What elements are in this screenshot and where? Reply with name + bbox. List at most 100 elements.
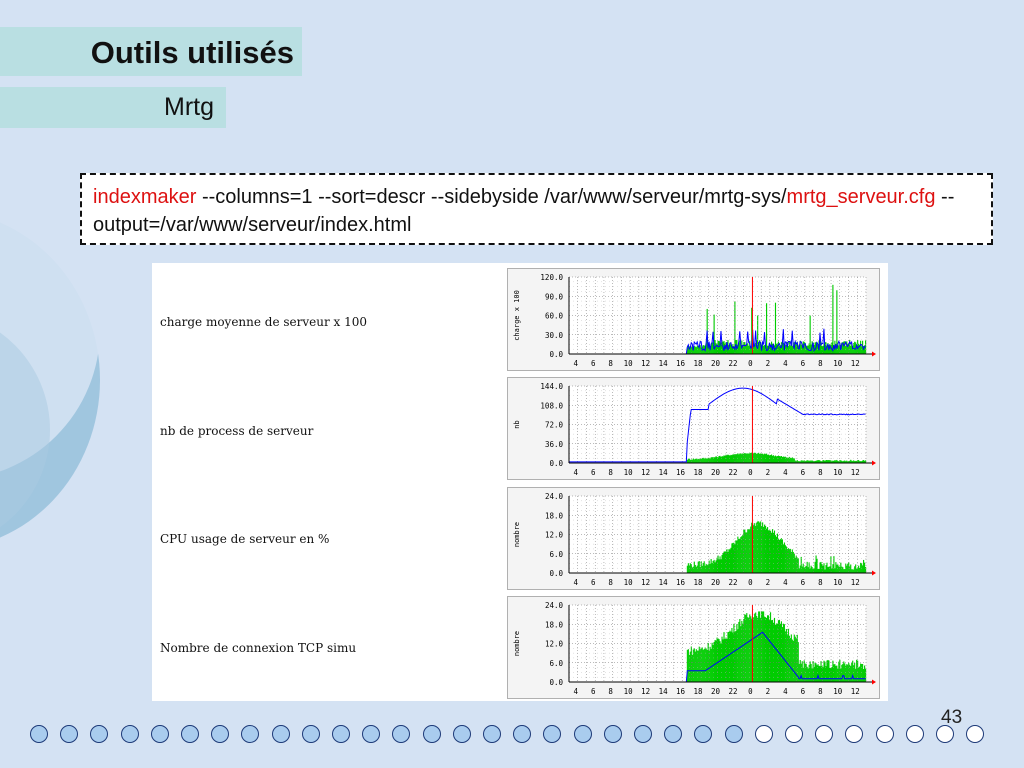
in-bar [745, 532, 747, 573]
nav-dot[interactable] [603, 725, 622, 743]
in-bar [819, 562, 821, 573]
in-bar [828, 566, 830, 573]
in-bar [723, 455, 725, 463]
nav-dot[interactable] [724, 725, 743, 743]
in-bar [757, 521, 759, 573]
in-bar [722, 456, 724, 463]
in-bar [767, 615, 769, 682]
in-bar [771, 619, 774, 682]
in-bar [776, 623, 779, 682]
in-bar [766, 303, 768, 354]
in-bar [702, 457, 704, 463]
in-bar [795, 555, 797, 573]
nav-dot[interactable] [875, 725, 894, 743]
nav-dot[interactable] [936, 725, 954, 743]
in-bar [788, 341, 790, 354]
x-tick-label: 12 [851, 468, 860, 477]
nav-dot[interactable] [30, 725, 48, 743]
in-bar [724, 638, 726, 682]
in-bar [694, 346, 696, 354]
in-bar [726, 455, 728, 463]
x-tick-label: 12 [851, 578, 860, 587]
in-bar [804, 566, 806, 573]
x-tick-label: 2 [766, 578, 771, 587]
in-bar [730, 454, 732, 463]
nav-dot[interactable] [966, 725, 985, 743]
in-bar [762, 522, 764, 573]
slide-subtitle-bar: Mrtg [0, 87, 226, 128]
in-bar [846, 565, 848, 573]
in-bar [688, 458, 690, 463]
nav-dot[interactable] [211, 725, 230, 743]
in-bar [728, 549, 730, 573]
in-bar [749, 528, 751, 573]
in-bar [738, 454, 740, 463]
in-bar [771, 455, 774, 463]
nav-dot[interactable] [150, 725, 169, 743]
in-bar [796, 557, 798, 573]
nav-dot[interactable] [513, 725, 532, 743]
in-bar [714, 562, 716, 573]
nav-dot[interactable] [120, 725, 139, 743]
in-bar [782, 544, 784, 573]
in-bar [699, 566, 701, 573]
nav-dot[interactable] [301, 725, 320, 743]
in-bar [715, 456, 717, 463]
in-bar [705, 648, 707, 682]
in-bar [715, 560, 717, 573]
x-tick-label: 12 [641, 578, 650, 587]
nav-dot[interactable] [905, 725, 924, 743]
nav-dot[interactable] [815, 725, 834, 743]
in-bar [767, 615, 770, 682]
in-bar [705, 458, 707, 463]
nav-dot[interactable] [271, 725, 290, 743]
nav-dot[interactable] [483, 725, 501, 743]
in-bar [834, 568, 836, 573]
x-tick-label: 18 [694, 578, 704, 587]
chart-cpu[interactable]: 0.0 6.0 12.0 18.0 24.0 4 6 8 10 12 14 16 18 20 22 0 2 4 6 8… [507, 487, 880, 590]
nav-dot[interactable] [90, 725, 109, 743]
nav-dot[interactable] [60, 725, 79, 743]
in-bar [767, 454, 769, 463]
in-bar [817, 568, 819, 573]
chart-tcp[interactable]: 0.0 6.0 12.0 18.0 24.0 4 6 8 10 12 14 16 18 20 22 0 2 4 6 8… [507, 596, 880, 699]
nav-dot[interactable] [845, 725, 864, 743]
in-bar [688, 654, 690, 682]
in-bar [822, 565, 824, 573]
in-bar [830, 668, 832, 682]
nav-dot[interactable] [754, 725, 773, 743]
in-bar [774, 535, 777, 573]
in-bar [715, 640, 717, 682]
in-bar [700, 459, 702, 463]
in-bar [739, 538, 741, 573]
in-bar [838, 345, 840, 354]
x-tick-label: 20 [711, 468, 721, 477]
in-bar [836, 564, 838, 573]
nav-dot[interactable] [422, 725, 441, 743]
in-bar [779, 456, 782, 463]
nav-dot[interactable] [634, 725, 652, 743]
nav-dot[interactable] [392, 725, 411, 743]
in-bar [714, 457, 716, 463]
chart-load[interactable]: 0.0 30.0 60.0 90.0 120.0 4 6 8 10 12 14 16 18 20 22 0 2 4… [507, 268, 880, 371]
nav-dot[interactable] [452, 725, 471, 743]
nav-dot[interactable] [543, 725, 562, 743]
nav-dot[interactable] [664, 725, 683, 743]
nav-dot[interactable] [332, 725, 350, 743]
nav-dot[interactable] [362, 725, 381, 743]
nav-dot[interactable] [241, 725, 260, 743]
in-bar [742, 623, 744, 682]
in-bar [784, 456, 786, 463]
in-bar [721, 555, 723, 573]
nav-dot[interactable] [694, 725, 713, 743]
nav-dot[interactable] [181, 725, 199, 743]
x-tick-label: 4 [783, 687, 788, 696]
in-bar [706, 565, 708, 573]
nav-dot[interactable] [785, 725, 803, 743]
chart-processes[interactable]: 0.0 36.0 72.0 108.0 144.0 4 6 8 10 12 14 16 18 20 22 0 2… [507, 377, 880, 480]
nav-dot[interactable] [573, 725, 592, 743]
in-bar [729, 549, 731, 573]
in-bar [722, 639, 724, 682]
y-tick-label: 0.0 [549, 678, 563, 687]
in-bar [741, 454, 743, 463]
